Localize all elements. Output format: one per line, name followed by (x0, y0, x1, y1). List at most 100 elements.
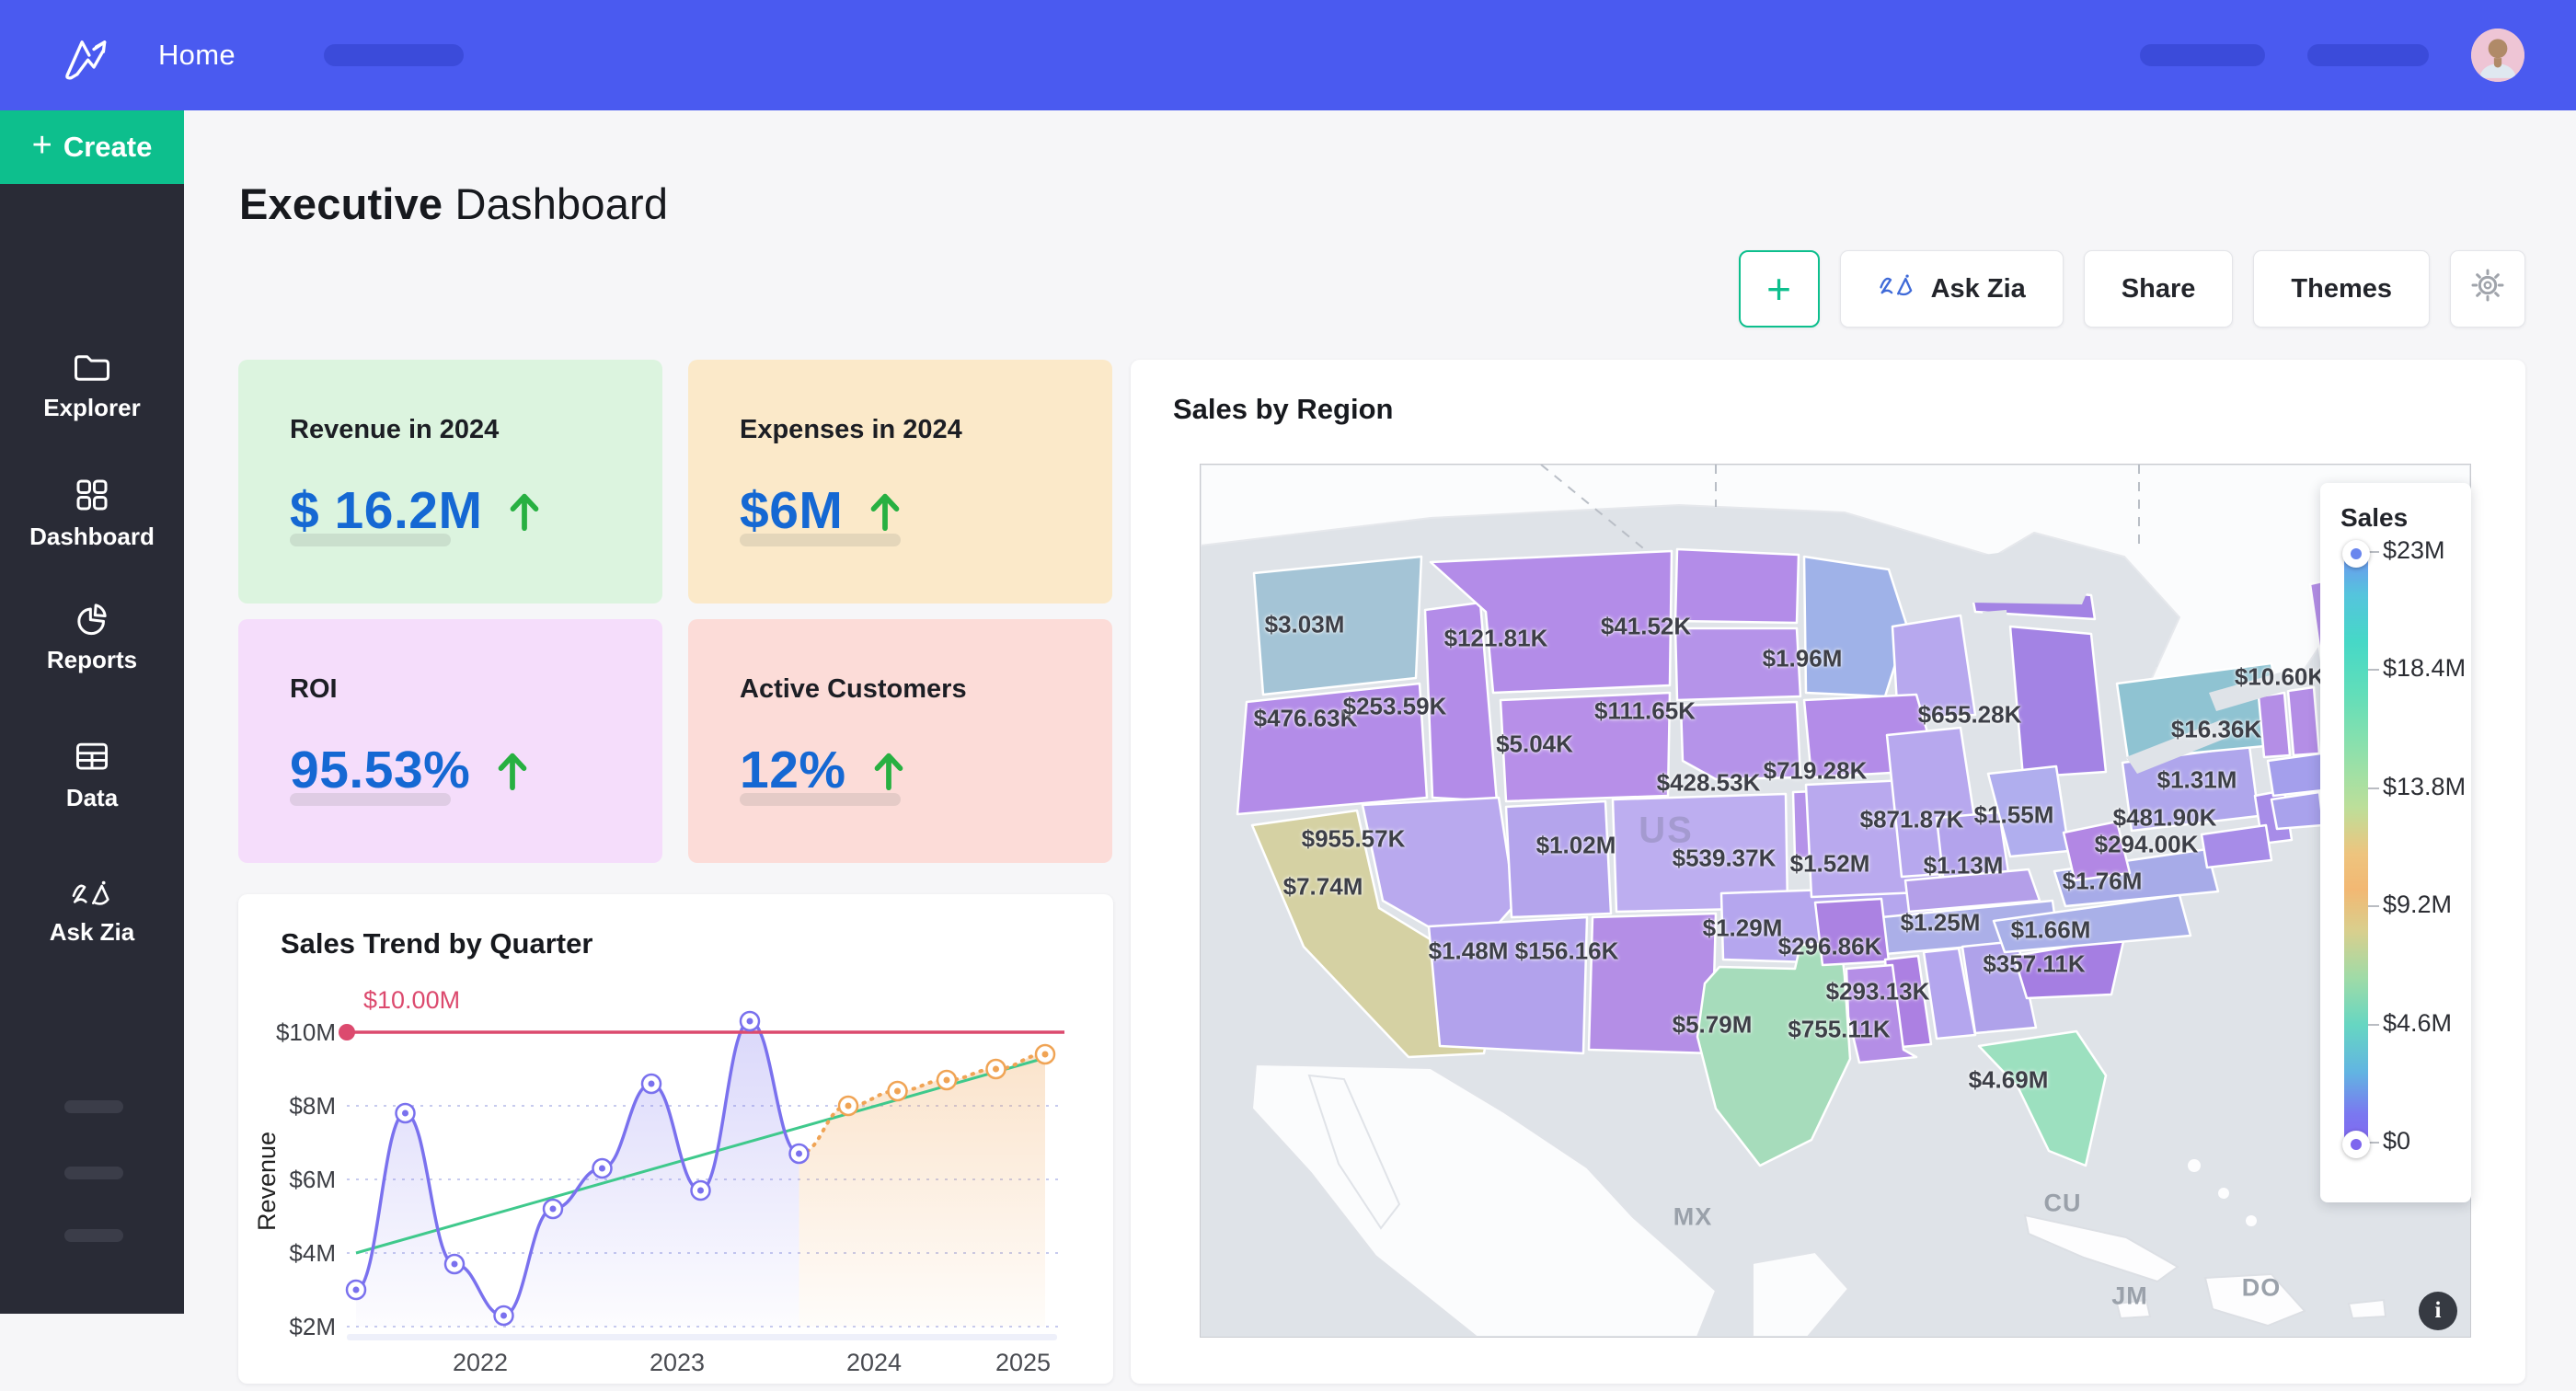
info-icon[interactable]: i (2419, 1292, 2457, 1330)
main-content: Executive Dashboard + Ask Zia Share Them… (184, 110, 2576, 1314)
svg-text:$6M: $6M (289, 1166, 336, 1193)
zia-icon (1878, 271, 1916, 306)
nav-placeholder-pill (2307, 44, 2429, 66)
pie-icon (0, 600, 184, 637)
nav-placeholder-pill (324, 44, 464, 66)
kpi-card-revenue-in-2024[interactable]: Revenue in 2024 $ 16.2M (238, 360, 662, 604)
sales-by-region-card: Sales by Region (1131, 360, 2525, 1384)
kpi-label: Expenses in 2024 (740, 415, 1061, 445)
settings-button[interactable] (2450, 250, 2525, 328)
state-WY[interactable] (1501, 693, 1670, 801)
header-toolbar: + Ask Zia Share Themes (1739, 250, 2525, 328)
state-CT[interactable] (2271, 792, 2323, 829)
folder-icon (0, 351, 184, 385)
up-arrow-icon (506, 489, 543, 532)
zia-icon (0, 878, 184, 909)
kpi-shimmer-bar (740, 793, 901, 806)
up-arrow-icon (867, 489, 903, 532)
state-WV[interactable] (2064, 822, 2130, 880)
state-ND[interactable] (1675, 549, 1799, 623)
state-VT[interactable] (2259, 693, 2290, 757)
create-button[interactable]: + Create (0, 110, 184, 184)
kpi-shimmer-bar (740, 534, 901, 546)
state-AZ[interactable] (1429, 917, 1587, 1053)
state-NE[interactable] (1681, 702, 1800, 779)
legend-tick-label: $4.6M (2383, 1009, 2452, 1038)
sales-trend-card: Sales Trend by Quarter $10.00M $2M $4M $6M $… (238, 894, 1113, 1384)
nav-home-link[interactable]: Home (158, 39, 236, 72)
sidebar-skeleton-item (64, 1167, 123, 1179)
sidebar-item-ask-zia[interactable]: Ask Zia (0, 878, 184, 947)
state-FL[interactable] (1979, 1031, 2106, 1166)
state-NM[interactable] (1589, 914, 1716, 1053)
state-OR[interactable] (1237, 684, 1427, 814)
svg-text:$2M: $2M (289, 1313, 336, 1340)
kpi-card-expenses-in-2024[interactable]: Expenses in 2024 $6M (688, 360, 1112, 604)
state-SD[interactable] (1675, 628, 1800, 700)
grid-icon (0, 477, 184, 513)
page-title: Executive Dashboard (239, 178, 668, 229)
sidebar-item-explorer[interactable]: Explorer (0, 351, 184, 422)
legend-tick-label: $13.8M (2383, 773, 2466, 801)
state-MI[interactable] (2010, 627, 2106, 777)
us-choropleth-map[interactable]: $3.03M$476.63K$253.59K$121.81K$41.52K$11… (1200, 464, 2471, 1338)
svg-text:$4M: $4M (289, 1239, 336, 1267)
svg-text:Revenue: Revenue (255, 1132, 281, 1231)
state-NH[interactable] (2288, 687, 2319, 755)
sidebar-item-data[interactable]: Data (0, 740, 184, 812)
state-MD[interactable] (2202, 825, 2271, 868)
legend-gradient-bar[interactable] (2344, 553, 2368, 1144)
sidebar-skeleton-item (64, 1100, 123, 1113)
kpi-shimmer-bar (290, 534, 451, 546)
sidebar-item-dashboard[interactable]: Dashboard (0, 477, 184, 551)
top-navbar: Home (0, 0, 2576, 110)
map-legend: Sales $23M $18.4M $13.8M $9.2M $4.6M $0 (2320, 483, 2471, 1202)
left-sidebar: + Create Explorer Dashboard Reports Data Ask… (0, 110, 184, 1314)
svg-text:2023: 2023 (650, 1349, 705, 1376)
svg-text:2022: 2022 (453, 1349, 508, 1376)
svg-text:$10M: $10M (276, 1018, 336, 1046)
ask-zia-button[interactable]: Ask Zia (1840, 250, 2064, 328)
sidebar-item-label: Ask Zia (0, 918, 184, 947)
user-avatar[interactable] (2471, 29, 2524, 82)
kpi-card-active-customers[interactable]: Active Customers 12% (688, 619, 1112, 863)
kpi-value: 12% (740, 740, 846, 800)
legend-tick-label: $23M (2383, 536, 2445, 565)
sidebar-item-label: Reports (0, 646, 184, 674)
chart-title: Sales Trend by Quarter (281, 927, 592, 960)
share-button[interactable]: Share (2084, 250, 2234, 328)
legend-title: Sales (2340, 503, 2408, 533)
legend-max-handle[interactable] (2342, 540, 2370, 568)
sidebar-item-label: Data (0, 784, 184, 812)
svg-text:$8M: $8M (289, 1092, 336, 1120)
sidebar-skeleton-item (64, 1229, 123, 1242)
sidebar-item-label: Dashboard (0, 523, 184, 551)
kpi-value: $6M (740, 480, 843, 541)
legend-tick-label: $0 (2383, 1127, 2410, 1155)
sales-trend-chart[interactable]: $10.00M $2M $4M $6M $8M $10M 2022 2023 2024 2025 R… (255, 968, 1096, 1391)
legend-min-handle[interactable] (2342, 1131, 2370, 1158)
themes-button[interactable]: Themes (2253, 250, 2430, 328)
legend-tick-label: $18.4M (2383, 654, 2466, 683)
kpi-value: $ 16.2M (290, 480, 482, 541)
analytics-logo-icon[interactable] (53, 23, 118, 87)
state-WA[interactable] (1254, 557, 1421, 695)
kpi-label: ROI (290, 674, 611, 705)
state-AR[interactable] (1815, 899, 1889, 965)
svg-text:2025: 2025 (995, 1349, 1051, 1376)
svg-text:$10.00M: $10.00M (363, 986, 460, 1014)
nav-placeholder-pill (2140, 44, 2265, 66)
kpi-label: Revenue in 2024 (290, 415, 611, 445)
kpi-value: 95.53% (290, 740, 470, 800)
kpi-label: Active Customers (740, 674, 1061, 705)
add-widget-button[interactable]: + (1739, 250, 1820, 328)
legend-tick-label: $9.2M (2383, 891, 2452, 919)
svg-text:2024: 2024 (846, 1349, 902, 1376)
plus-icon: + (32, 126, 52, 166)
kpi-card-roi[interactable]: ROI 95.53% (238, 619, 662, 863)
state-TX[interactable] (1697, 943, 1850, 1166)
state-ID[interactable] (1425, 603, 1497, 801)
sidebar-item-reports[interactable]: Reports (0, 600, 184, 674)
state-UT[interactable] (1506, 801, 1611, 917)
up-arrow-icon (494, 749, 531, 791)
